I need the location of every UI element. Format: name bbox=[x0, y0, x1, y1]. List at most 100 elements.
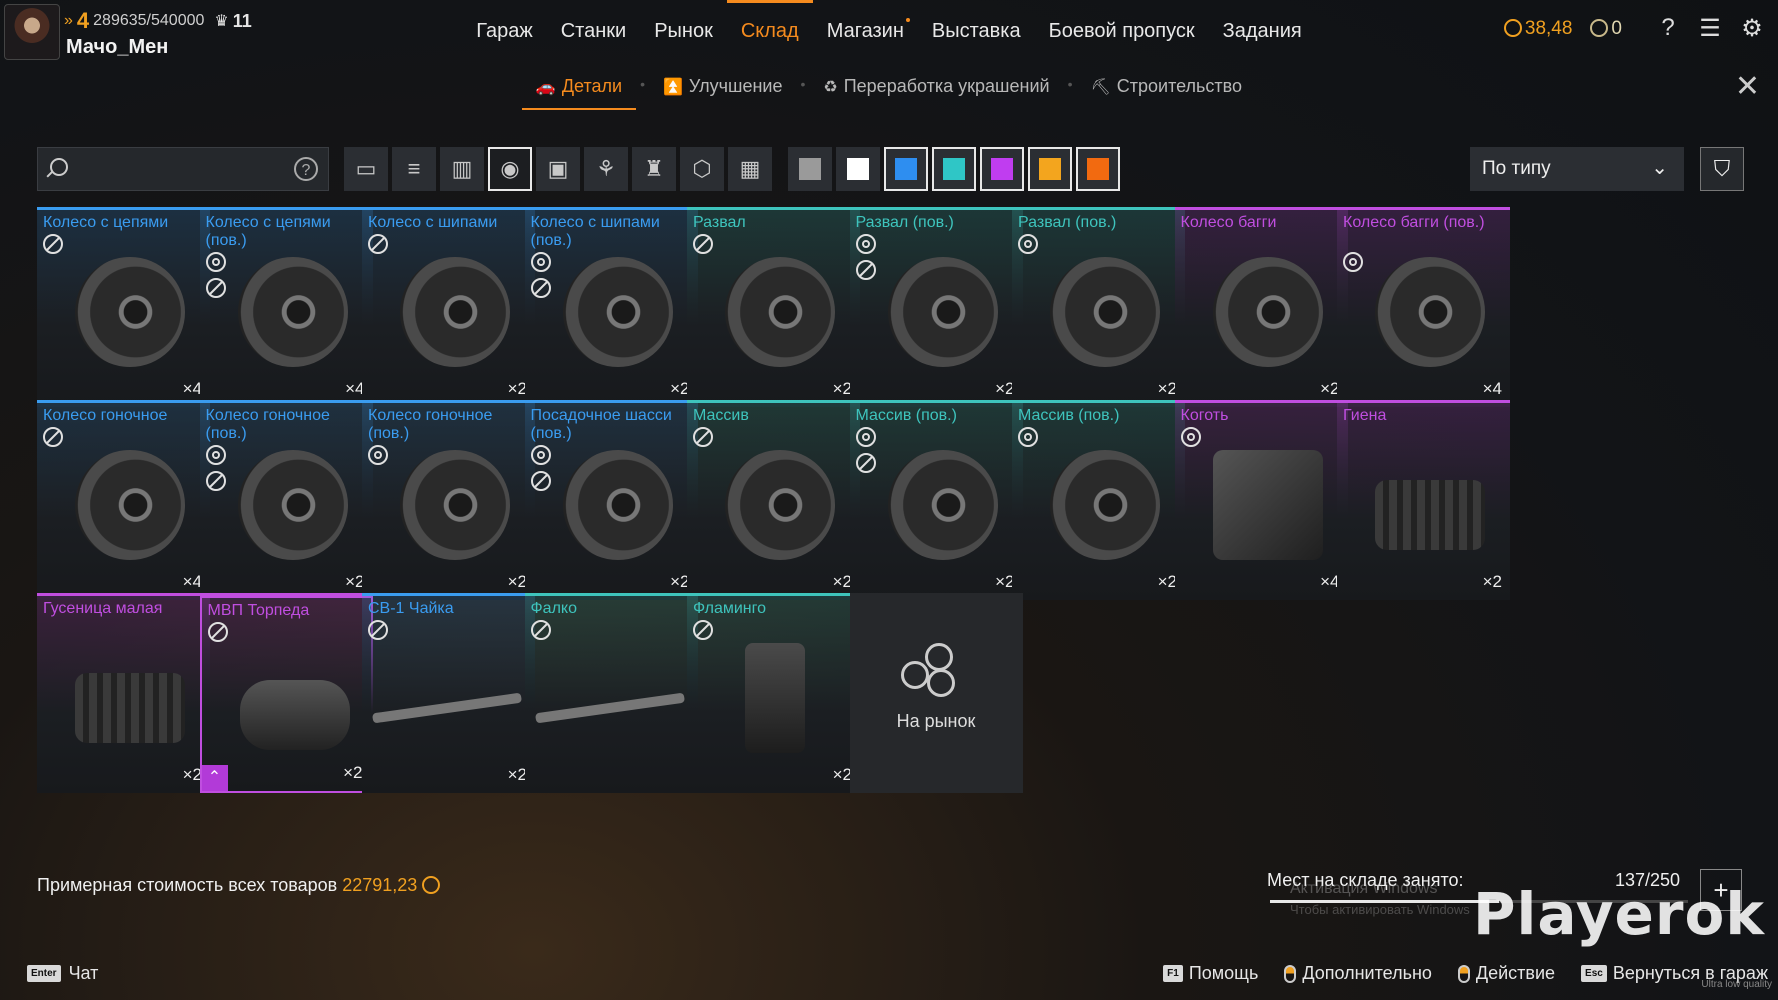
upgraded-wheel-icon bbox=[368, 445, 388, 465]
nav-item-7[interactable]: Задания bbox=[1209, 0, 1316, 62]
subnav-tab-0[interactable]: 🚗 Детали bbox=[521, 64, 637, 110]
item-image-wheel bbox=[887, 450, 998, 560]
part-filter-button[interactable]: ⬡ bbox=[680, 147, 724, 191]
rarity-filter-4[interactable] bbox=[980, 147, 1024, 191]
item-card[interactable]: Колесо багги (пов.) ×4 bbox=[1337, 207, 1510, 407]
rarity-stripe bbox=[687, 400, 860, 403]
not-tradeable-icon bbox=[693, 427, 713, 447]
nav-item-2[interactable]: Рынок bbox=[640, 0, 727, 62]
nav-item-1[interactable]: Станки bbox=[547, 0, 640, 62]
rarity-filter-6[interactable] bbox=[1076, 147, 1120, 191]
item-image-wheel bbox=[1050, 257, 1160, 367]
nav-item-4[interactable]: Магазин bbox=[813, 0, 918, 62]
close-icon[interactable]: ✕ bbox=[1735, 72, 1760, 102]
search-box: ? bbox=[37, 147, 329, 191]
search-input[interactable] bbox=[78, 156, 282, 184]
item-card[interactable]: Посадочное шасси (пов.) ×2 bbox=[524, 400, 698, 600]
sell-on-market-tile[interactable]: На рынок bbox=[849, 593, 1023, 793]
messages-icon[interactable]: ☰ bbox=[1696, 14, 1724, 42]
filter-reset-button[interactable]: ⛉ bbox=[1700, 147, 1744, 191]
item-card[interactable]: Развал (пов.) ×2 bbox=[849, 207, 1023, 407]
rarity-stripe bbox=[1337, 207, 1510, 210]
sort-select[interactable]: По типу ⌄ bbox=[1470, 147, 1684, 191]
item-card[interactable]: Фалко bbox=[524, 593, 698, 793]
item-card[interactable]: Колесо гоночное (пов.) ×2 bbox=[199, 400, 373, 600]
chat-hint[interactable]: Enter Чат bbox=[27, 963, 98, 984]
item-card[interactable]: Массив (пов.) ×2 bbox=[849, 400, 1023, 600]
windows-activation-subtext: Чтобы активировать Windows bbox=[1290, 902, 1470, 917]
item-card[interactable]: Колесо гоночное (пов.) ×2 bbox=[362, 400, 535, 600]
other-currency-balance[interactable]: 0 bbox=[1590, 18, 1622, 40]
nav-item-0[interactable]: Гараж bbox=[462, 0, 546, 62]
module-filter-icon: ▥ bbox=[451, 156, 473, 181]
item-name: Колесо гоночное (пов.) bbox=[368, 407, 493, 442]
item-card[interactable]: Развал ×2 bbox=[687, 207, 860, 407]
car-icon: 🚗 bbox=[535, 79, 556, 96]
item-card[interactable]: Колесо с шипами (пов.) ×2 bbox=[524, 207, 698, 407]
item-card[interactable]: СВ-1 Чайка ×2 bbox=[362, 593, 535, 793]
grid-filter-icon: ▦ bbox=[739, 156, 761, 181]
item-card[interactable]: Развал (пов.) ×2 bbox=[1012, 207, 1185, 407]
item-card[interactable]: Гусеница малая ×2 bbox=[37, 593, 210, 793]
frame-filter-button[interactable]: ▣ bbox=[536, 147, 580, 191]
settings-gear-icon[interactable]: ⚙ bbox=[1738, 14, 1766, 42]
item-card[interactable]: Колесо с цепями (пов.) ×4 bbox=[199, 207, 373, 407]
upgraded-wheel-icon bbox=[1343, 252, 1363, 272]
item-card[interactable]: Колесо багги ×2 bbox=[1174, 207, 1348, 407]
rarity-stripe bbox=[37, 207, 210, 210]
rarity-filter-2[interactable] bbox=[884, 147, 928, 191]
help-icon[interactable]: ? bbox=[1654, 14, 1682, 42]
total-value: Примерная стоимость всех товаров 22791,2… bbox=[37, 875, 443, 896]
not-tradeable-icon bbox=[368, 234, 388, 254]
item-name: Коготь bbox=[1180, 407, 1229, 424]
footer-action-2[interactable]: Действие bbox=[1457, 963, 1555, 984]
item-card[interactable]: Гиена ×2 bbox=[1337, 400, 1510, 600]
item-card[interactable]: Массив (пов.) ×2 bbox=[1012, 400, 1185, 600]
search-help-icon[interactable]: ? bbox=[294, 157, 318, 181]
item-card[interactable]: Колесо с шипами ×2 bbox=[362, 207, 535, 407]
not-tradeable-icon bbox=[693, 620, 713, 640]
item-card[interactable]: Фламинго ×2 bbox=[687, 593, 860, 793]
rarity-stripe bbox=[524, 593, 698, 596]
nav-item-6[interactable]: Боевой пропуск bbox=[1035, 0, 1209, 62]
item-card[interactable]: МВП Торпеда ×2 ⌃ bbox=[199, 593, 373, 793]
subnav-tab-2[interactable]: ♻ Переработка украшений bbox=[809, 64, 1063, 110]
item-card[interactable]: Массив ×2 bbox=[687, 400, 860, 600]
drone-filter-button[interactable]: ⚘ bbox=[584, 147, 628, 191]
rarity-filter-5[interactable] bbox=[1028, 147, 1072, 191]
rarity-swatch bbox=[1087, 158, 1109, 180]
subnav-tab-1[interactable]: ⏫ Улучшение bbox=[649, 64, 797, 110]
item-card[interactable]: Колесо с цепями ×4 bbox=[37, 207, 210, 407]
grid-filter-button[interactable]: ▦ bbox=[728, 147, 772, 191]
item-badges bbox=[43, 234, 63, 254]
item-image-wheel bbox=[400, 257, 510, 367]
nav-item-3[interactable]: Склад bbox=[726, 0, 813, 62]
rarity-filter-3[interactable] bbox=[932, 147, 976, 191]
rarity-swatch bbox=[799, 158, 821, 180]
item-card[interactable]: Коготь ×4 bbox=[1174, 400, 1348, 600]
decor-filter-button[interactable]: ♜ bbox=[632, 147, 676, 191]
item-image-wheel bbox=[400, 450, 510, 560]
rarity-filter-0[interactable] bbox=[788, 147, 832, 191]
item-badges bbox=[855, 427, 876, 473]
not-tradeable-icon bbox=[368, 620, 388, 640]
rarity-filter-1[interactable] bbox=[836, 147, 880, 191]
rarity-stripe bbox=[524, 400, 698, 403]
item-name: Колесо багги (пов.) bbox=[1343, 214, 1485, 231]
wheel-filter-button[interactable]: ◉ bbox=[488, 147, 532, 191]
item-image-wheel bbox=[237, 257, 348, 367]
type-filters: ▭ ≡ ▥ ◉ ▣ ⚘ ♜ ⬡ ▦ bbox=[344, 147, 772, 191]
rarity-swatch bbox=[991, 158, 1013, 180]
item-badges bbox=[1018, 427, 1038, 447]
nav-item-5[interactable]: Выставка bbox=[918, 0, 1035, 62]
weapon-filter-button[interactable]: ≡ bbox=[392, 147, 436, 191]
cabin-filter-button[interactable]: ▭ bbox=[344, 147, 388, 191]
subnav-tab-3[interactable]: ⛏ Строительство bbox=[1076, 64, 1256, 110]
footer-action-0[interactable]: F1 Помощь bbox=[1163, 963, 1258, 984]
item-card[interactable]: Колесо гоночное ×4 bbox=[37, 400, 210, 600]
build-icon: ⛏ bbox=[1090, 79, 1111, 96]
module-filter-button[interactable]: ▥ bbox=[440, 147, 484, 191]
coin-balance[interactable]: 38,48 bbox=[1503, 18, 1572, 40]
footer-action-1[interactable]: Дополнительно bbox=[1284, 963, 1432, 984]
upgraded-wheel-icon bbox=[205, 252, 226, 272]
